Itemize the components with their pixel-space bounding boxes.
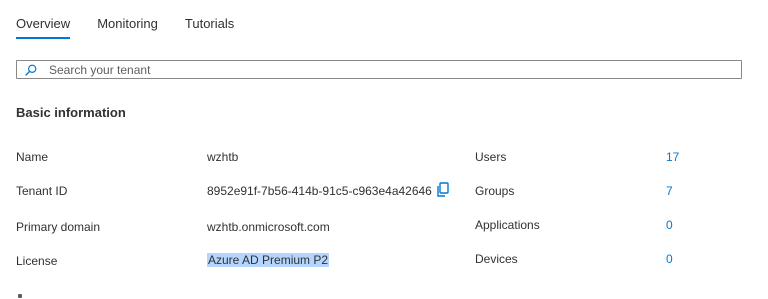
applications-count-link[interactable]: 0 — [666, 218, 673, 232]
devices-label: Devices — [475, 252, 518, 266]
search-input[interactable] — [49, 62, 689, 77]
license-value-text: Azure AD Premium P2 — [207, 253, 330, 267]
license-value: Azure AD Premium P2 — [207, 253, 330, 267]
users-count-link[interactable]: 17 — [666, 150, 679, 164]
groups-label: Groups — [475, 184, 515, 198]
applications-label: Applications — [475, 218, 540, 232]
license-label: License — [16, 254, 58, 268]
primary-domain-label: Primary domain — [16, 220, 101, 234]
tenant-id-label: Tenant ID — [16, 184, 68, 198]
cut-off-glyph — [18, 294, 22, 298]
tab-overview[interactable]: Overview — [16, 0, 71, 39]
copy-icon[interactable] — [436, 182, 450, 198]
name-value: wzhtb — [207, 150, 239, 164]
devices-count-link[interactable]: 0 — [666, 252, 673, 266]
groups-count-link[interactable]: 7 — [666, 184, 673, 198]
tab-tutorials[interactable]: Tutorials — [185, 0, 234, 31]
name-label: Name — [16, 150, 49, 164]
tab-monitoring[interactable]: Monitoring — [97, 0, 158, 31]
section-title-basic-information: Basic information — [16, 105, 126, 120]
tab-bar: Overview Monitoring Tutorials — [16, 0, 261, 42]
tenant-id-value: 8952e91f-7b56-414b-91c5-c963e4a42646 — [207, 184, 432, 198]
search-box[interactable] — [16, 60, 742, 79]
users-label: Users — [475, 150, 507, 164]
search-icon — [24, 63, 38, 77]
primary-domain-value: wzhtb.onmicrosoft.com — [207, 220, 330, 234]
